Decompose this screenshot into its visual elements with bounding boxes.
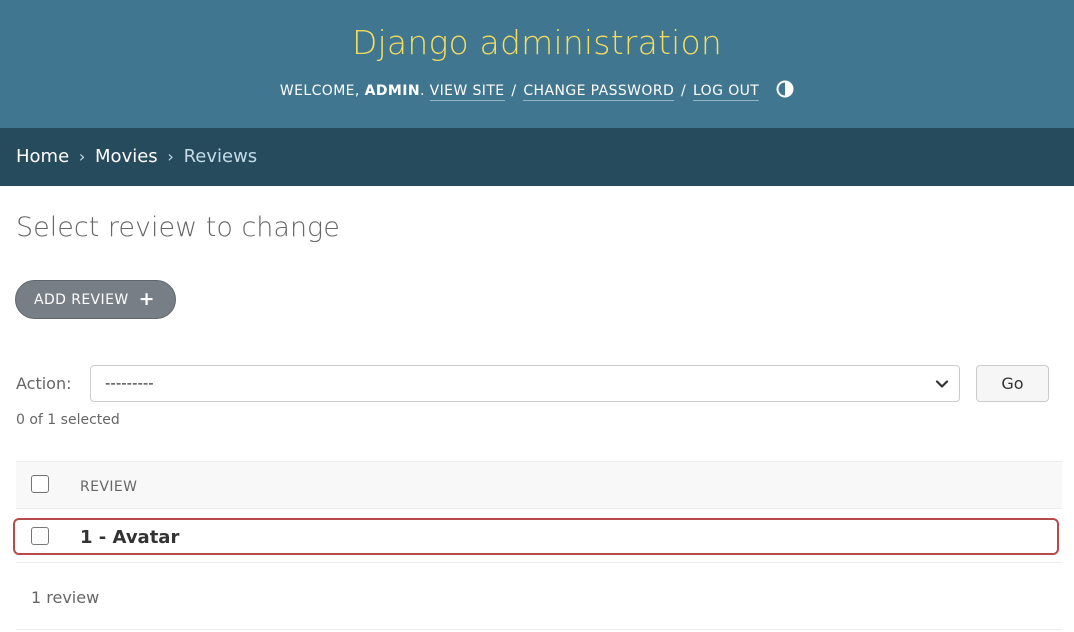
page-title: Select review to change xyxy=(16,212,340,243)
log-out-link[interactable]: LOG OUT xyxy=(692,83,760,101)
action-label: Action: xyxy=(16,374,72,393)
contrast-icon[interactable] xyxy=(776,80,794,98)
action-select[interactable]: --------- xyxy=(90,365,960,402)
column-header-review[interactable]: REVIEW xyxy=(80,479,137,495)
breadcrumb-home-link[interactable]: Home xyxy=(16,146,69,167)
change-password-link[interactable]: CHANGE PASSWORD xyxy=(523,83,675,101)
username: ADMIN xyxy=(364,83,420,99)
add-review-button[interactable]: ADD REVIEW + xyxy=(15,280,176,319)
add-review-label: ADD REVIEW xyxy=(34,292,129,308)
chevron-down-icon xyxy=(935,380,949,388)
separator: / xyxy=(681,83,687,99)
breadcrumb-current: Reviews xyxy=(183,146,258,167)
selected-count: 0 of 1 selected xyxy=(16,412,120,428)
select-all-checkbox[interactable] xyxy=(31,475,49,493)
header: Django administration WELCOME, ADMIN. VI… xyxy=(0,0,1074,128)
plus-icon: + xyxy=(138,288,155,310)
row-checkbox[interactable] xyxy=(31,527,49,545)
review-link[interactable]: 1 - Avatar xyxy=(80,527,179,548)
paginator: 1 review xyxy=(16,565,1062,630)
user-tools: WELCOME, ADMIN. VIEW SITE / CHANGE PASSW… xyxy=(0,80,1074,101)
table-header-row: REVIEW xyxy=(16,461,1062,509)
view-site-link[interactable]: VIEW SITE xyxy=(429,83,505,101)
breadcrumb-separator: › xyxy=(167,147,174,166)
separator: / xyxy=(511,83,517,99)
go-button[interactable]: Go xyxy=(976,365,1049,402)
table-row: 1 - Avatar xyxy=(16,511,1062,563)
site-title[interactable]: Django administration xyxy=(0,23,1074,62)
breadcrumb-movies-link[interactable]: Movies xyxy=(95,146,158,167)
welcome-text: WELCOME, xyxy=(279,83,360,99)
breadcrumb: Home › Movies › Reviews xyxy=(0,128,1074,186)
action-selected-value: --------- xyxy=(105,374,154,392)
breadcrumb-separator: › xyxy=(78,147,86,166)
